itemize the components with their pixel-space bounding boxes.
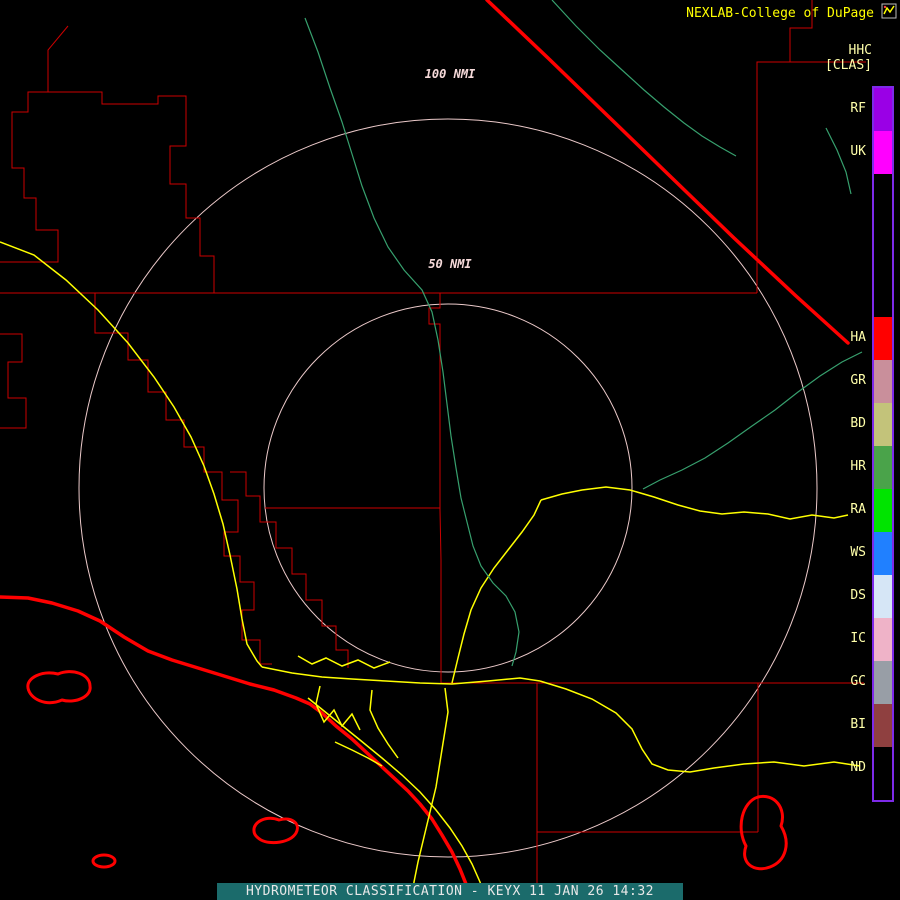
radar-map: 100 NMI 50 NMI xyxy=(0,0,866,900)
highways xyxy=(0,241,861,900)
highway xyxy=(411,687,449,900)
river xyxy=(825,127,852,195)
coast-line xyxy=(0,595,472,900)
legend-label-bi: BI xyxy=(850,717,866,732)
county-line xyxy=(0,25,69,263)
radar-screen: 100 NMI 50 NMI NEXLAB-College of DuPage … xyxy=(0,0,900,900)
colorbar-seg-gc xyxy=(874,661,892,704)
highway xyxy=(451,499,542,684)
river xyxy=(304,17,520,667)
colorbar-seg-ws xyxy=(874,532,892,575)
legend-label-ha: HA xyxy=(850,330,866,345)
highway xyxy=(0,241,263,668)
nexlab-logo-icon xyxy=(881,3,897,19)
colorbar-seg-gr xyxy=(874,360,892,403)
rivers xyxy=(304,0,863,667)
colorbar-seg-uk xyxy=(874,131,892,174)
legend-label-ws: WS xyxy=(850,545,866,560)
ring-label-50nmi: 50 NMI xyxy=(428,257,472,271)
island-outline xyxy=(91,853,117,869)
colorbar-seg-bi xyxy=(874,704,892,747)
colorbar xyxy=(872,86,894,802)
colorbar-seg-ha xyxy=(874,317,892,360)
product-status: HYDROMETEOR CLASSIFICATION - KEYX 11 JAN… xyxy=(245,884,654,899)
colorbar-seg-bd xyxy=(874,403,892,446)
colorbar-seg-rf xyxy=(874,88,892,131)
status-bar: HYDROMETEOR CLASSIFICATION - KEYX 11 JAN… xyxy=(217,883,683,900)
colorbar-seg-ra xyxy=(874,489,892,532)
legend-label-bd: BD xyxy=(850,416,866,431)
legend-product-mode: [CLAS] xyxy=(825,58,872,73)
legend-label-gc: GC xyxy=(850,674,866,689)
colorbar-seg-nd xyxy=(874,747,892,796)
legend-label-nd: ND xyxy=(850,760,866,775)
legend-label-ds: DS xyxy=(850,588,866,603)
highway xyxy=(315,685,361,731)
county-line xyxy=(756,61,866,293)
legend-label-uk: UK xyxy=(850,144,866,159)
island-outline xyxy=(739,794,788,871)
legend-label-ra: RA xyxy=(850,502,866,517)
county-line xyxy=(230,471,349,668)
county-line xyxy=(0,333,27,429)
highway xyxy=(261,666,541,685)
ring-100nmi xyxy=(78,118,818,858)
island-outline xyxy=(26,670,92,705)
ring-50nmi xyxy=(263,303,633,673)
river xyxy=(551,0,737,157)
site-credit: NEXLAB-College of DuPage xyxy=(686,6,874,21)
range-rings xyxy=(78,118,818,858)
highway xyxy=(369,689,399,759)
emphasized-boundaries xyxy=(0,0,850,900)
legend-label-hr: HR xyxy=(850,459,866,474)
colorbar-seg-ic xyxy=(874,618,892,661)
legend-product-code: HHC xyxy=(848,43,872,58)
legend-label-ic: IC xyxy=(850,631,866,646)
county-line xyxy=(48,91,215,293)
county-line xyxy=(94,293,272,665)
ring-label-100nmi: 100 NMI xyxy=(425,67,476,81)
legend-label-gr: GR xyxy=(850,373,866,388)
legend-label-rf: RF xyxy=(850,101,866,116)
colorbar-seg-ds xyxy=(874,575,892,618)
colorbar-seg-hr xyxy=(874,446,892,489)
